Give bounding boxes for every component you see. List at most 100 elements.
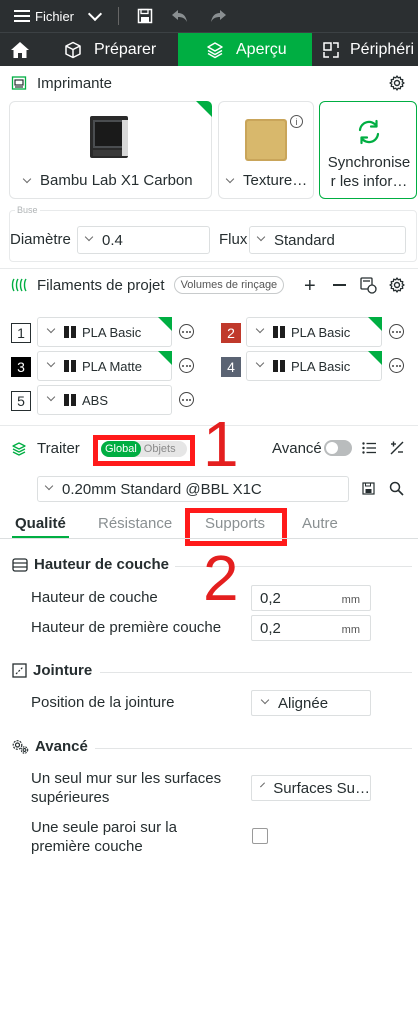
save-preset-icon[interactable] (362, 482, 375, 495)
home-tab[interactable] (0, 33, 40, 66)
layers-icon (207, 41, 223, 58)
flow-select[interactable]: Standard (249, 226, 406, 254)
home-icon (11, 41, 29, 58)
process-layers-icon (12, 442, 26, 456)
plate-select[interactable]: Texture… (225, 172, 307, 189)
printer-thumbnail (90, 116, 128, 158)
tab-prepare-label: Préparer (94, 40, 157, 58)
layer-height-icon (12, 557, 28, 572)
filament-more-icon[interactable] (179, 324, 194, 339)
tab-devices-label: Périphéri (350, 40, 415, 58)
process-title: Traiter (37, 440, 80, 457)
single-wall-top-select[interactable]: Surfaces Su… (251, 775, 371, 801)
search-icon[interactable] (389, 481, 404, 496)
diameter-select[interactable]: 0.4 (77, 226, 210, 254)
annotation-number-2: 2 (203, 542, 239, 614)
filament-select-5[interactable]: ABS (37, 385, 172, 415)
tab-other[interactable]: Autre (302, 515, 338, 532)
filament-more-icon[interactable] (389, 324, 404, 339)
flow-label: Flux (219, 231, 248, 248)
menu-bar: Fichier (0, 0, 418, 32)
add-filament-icon[interactable]: + (304, 275, 316, 298)
toolbar-separator (118, 7, 120, 25)
advanced-label: Avancé (272, 440, 322, 457)
redo-icon[interactable] (209, 9, 227, 23)
filament-more-icon[interactable] (179, 392, 194, 407)
annotation-number-1: 1 (203, 408, 239, 480)
printer-icon (11, 76, 27, 90)
device-icon (323, 41, 339, 58)
compare-icon[interactable] (390, 441, 404, 455)
remove-filament-icon[interactable] (333, 284, 346, 286)
cube-icon (65, 41, 81, 58)
printer-select[interactable]: Bambu Lab X1 Carbon (22, 172, 193, 189)
undo-icon[interactable] (171, 9, 189, 23)
advanced-gears-icon (12, 740, 29, 754)
tab-devices[interactable]: Périphéri (312, 33, 414, 66)
file-menu[interactable]: Fichier (35, 9, 74, 24)
first-layer-height-label: Hauteur de première couche (31, 619, 222, 636)
tab-strength[interactable]: Résistance (98, 515, 172, 532)
group-divider (95, 748, 412, 749)
single-wall-first-checkbox[interactable] (252, 828, 268, 844)
filament-number-1: 1 (11, 323, 31, 343)
filament-select-2[interactable]: PLA Basic (246, 317, 382, 347)
filament-icon (11, 278, 27, 292)
sync-icon (358, 119, 380, 145)
advanced-switch[interactable] (324, 440, 352, 456)
filament-color-icon (64, 360, 76, 372)
subtab-divider (0, 538, 418, 539)
single-wall-top-label: Un seul mur sur les surfaces supérieures (31, 770, 222, 806)
filament-select-1[interactable]: PLA Basic (37, 317, 172, 347)
filament-number-5: 5 (11, 391, 31, 411)
filament-number-3: 3 (11, 357, 31, 377)
tab-quality[interactable]: Qualité (15, 515, 66, 532)
plate-card[interactable]: i Texture… (218, 101, 314, 199)
list-icon[interactable] (362, 442, 376, 454)
filament-number-2: 2 (221, 323, 241, 343)
process-preset-select[interactable]: 0.20mm Standard @BBL X1C (37, 476, 349, 502)
flush-volumes-button[interactable]: Volumes de rinçage (173, 276, 285, 294)
main-tab-bar: Préparer Aperçu Périphéri (0, 32, 418, 66)
filament-select-3[interactable]: PLA Matte (37, 351, 172, 381)
filament-settings-gear-icon[interactable] (389, 277, 405, 293)
section-divider (0, 268, 418, 269)
group-divider (100, 672, 412, 673)
filament-color-icon (273, 326, 285, 338)
filament-number-4: 4 (221, 357, 241, 377)
annotation-box-1 (93, 435, 195, 466)
printer-title: Imprimante (37, 74, 113, 92)
filament-color-icon (64, 326, 76, 338)
hamburger-menu-icon[interactable] (14, 10, 30, 22)
info-icon[interactable]: i (290, 115, 303, 128)
layer-height-input[interactable]: 0,2 mm (251, 585, 371, 611)
nozzle-label: Buse (15, 205, 40, 215)
filament-more-icon[interactable] (179, 358, 194, 373)
filaments-title: Filaments de projet (37, 276, 165, 294)
printer-settings-gear-icon[interactable] (389, 75, 405, 91)
filament-section-header: Filaments de projet Volumes de rinçage + (0, 270, 418, 300)
single-wall-first-label: Une seule paroi sur la première couche (31, 819, 177, 855)
filament-color-icon (273, 360, 285, 372)
layer-height-group: Hauteur de couche (12, 556, 169, 573)
seam-position-label: Position de la jointure (31, 694, 175, 711)
chevron-down-icon[interactable] (87, 6, 103, 21)
filament-color-icon (64, 394, 76, 406)
first-layer-height-input[interactable]: 0,2 mm (251, 615, 371, 641)
filament-more-icon[interactable] (389, 358, 404, 373)
filament-select-4[interactable]: PLA Basic (246, 351, 382, 381)
selected-flag (196, 101, 212, 117)
layer-height-label: Hauteur de couche (31, 589, 158, 606)
plate-thumbnail (245, 119, 287, 161)
seam-icon (12, 663, 27, 678)
seam-position-select[interactable]: Alignée (251, 690, 371, 716)
save-icon[interactable] (137, 8, 153, 24)
tab-preview[interactable]: Aperçu (178, 33, 312, 66)
printer-card[interactable]: Bambu Lab X1 Carbon (9, 101, 212, 199)
sync-card[interactable]: Synchronise r les infor… (319, 101, 417, 199)
filament-sync-icon[interactable] (359, 276, 377, 294)
annotation-box-2 (185, 508, 287, 546)
advanced-group: Avancé (12, 738, 88, 755)
tab-prepare[interactable]: Préparer (40, 33, 178, 66)
sync-label: Synchronise r les infor… (327, 154, 411, 190)
